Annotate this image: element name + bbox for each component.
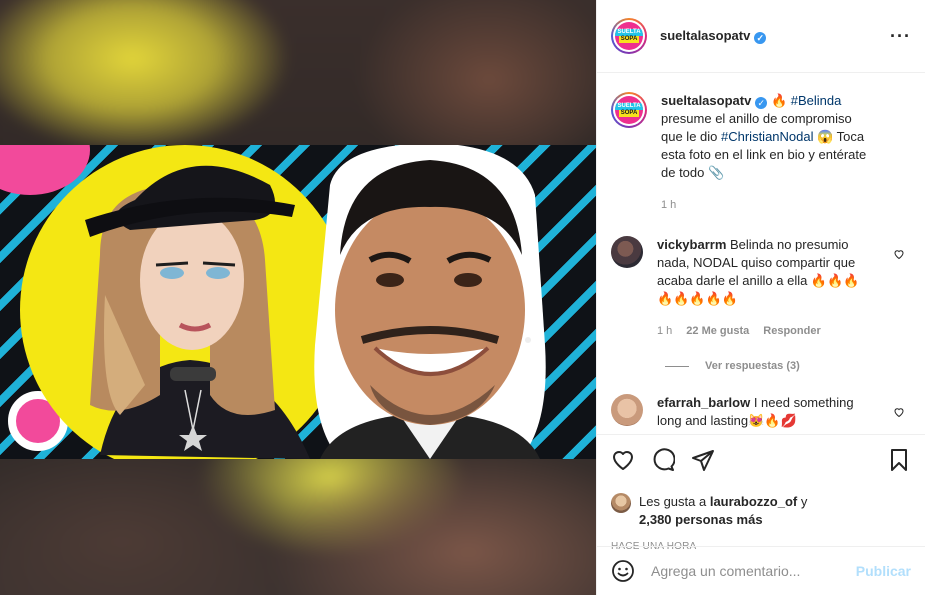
verified-icon: ✓ xyxy=(754,32,767,44)
action-icons xyxy=(611,447,911,473)
comment-text: efarrah_barlow I need something long and… xyxy=(657,394,872,430)
caption-meta: 1 h xyxy=(661,196,876,214)
comment-likes[interactable]: 22 Me gusta xyxy=(686,322,749,340)
caption-text: sueltalasopatv ✓ 🔥 #Belinda presume el an… xyxy=(661,92,876,214)
comment-item: vickybarrm Belinda no presumio nada, NOD… xyxy=(611,236,909,340)
logo-line1: SUELTA xyxy=(615,103,643,110)
liker-avatar[interactable] xyxy=(611,493,631,513)
view-replies-label[interactable]: Ver respuestas (3) xyxy=(705,360,800,372)
comment-username[interactable]: vickybarrm xyxy=(657,237,726,252)
comment-meta: 1 h 22 Me gusta Responder xyxy=(657,322,872,340)
commenter-avatar[interactable] xyxy=(611,394,643,426)
post-photo[interactable] xyxy=(0,145,596,459)
brand-logo: SUELTA SOPA xyxy=(615,96,643,124)
comment-like-heart-icon[interactable] xyxy=(893,406,905,418)
caption: SUELTA SOPA sueltalasopatv ✓ 🔥 #Belinda p… xyxy=(611,92,909,214)
comment-input[interactable] xyxy=(651,563,851,579)
woman-figure xyxy=(85,165,310,459)
view-replies-button[interactable]: Ver respuestas (3) xyxy=(665,360,909,372)
comment-item: efarrah_barlow I need something long and… xyxy=(611,394,909,430)
logo-line2: SOPA xyxy=(618,36,640,43)
caption-username[interactable]: sueltalasopatv xyxy=(661,93,751,108)
verified-icon: ✓ xyxy=(755,97,768,109)
likes-suffix: y xyxy=(797,494,808,509)
caption-avatar[interactable]: SUELTA SOPA xyxy=(611,92,647,128)
logo-line2: SOPA xyxy=(618,110,640,117)
caption-time[interactable]: 1 h xyxy=(661,196,676,214)
header-username[interactable]: sueltalasopatv ✓ xyxy=(660,28,767,44)
comment-username[interactable]: efarrah_barlow xyxy=(657,395,750,410)
commenter-avatar[interactable] xyxy=(611,236,643,268)
post-media[interactable] xyxy=(0,0,596,595)
like-heart-icon[interactable] xyxy=(611,448,635,472)
comment-like-heart-icon[interactable] xyxy=(893,248,905,260)
likes-others[interactable]: 2,380 personas más xyxy=(639,512,763,527)
man-figure xyxy=(314,145,546,459)
post-header: SUELTA SOPA sueltalasopatv ✓ ··· xyxy=(597,0,925,73)
likes-user[interactable]: laurabozzo_of xyxy=(710,494,797,509)
likes-prefix: Les gusta a xyxy=(639,494,710,509)
post-actions: Les gusta a laurabozzo_of y 2,380 person… xyxy=(597,434,925,552)
emoji-smiley-icon[interactable] xyxy=(611,559,635,583)
replies-divider xyxy=(665,365,689,367)
share-plane-icon[interactable] xyxy=(691,448,715,472)
profile-avatar[interactable]: SUELTA SOPA xyxy=(611,18,647,54)
hashtag-christiannodal[interactable]: #ChristianNodal xyxy=(721,129,814,144)
hashtag-belinda[interactable]: #Belinda xyxy=(791,93,842,108)
reply-button[interactable]: Responder xyxy=(763,322,820,340)
likes-text: Les gusta a laurabozzo_of y 2,380 person… xyxy=(639,493,807,529)
caption-emoji: 🔥 xyxy=(770,93,788,108)
comments-section[interactable]: SUELTA SOPA sueltalasopatv ✓ 🔥 #Belinda p… xyxy=(597,74,925,434)
brand-logo: SUELTA SOPA xyxy=(615,22,643,50)
comment-time[interactable]: 1 h xyxy=(657,322,672,340)
more-options-icon[interactable]: ··· xyxy=(890,26,911,47)
bookmark-icon[interactable] xyxy=(887,448,911,472)
comment-bubble-icon[interactable] xyxy=(651,448,675,472)
likes-summary: Les gusta a laurabozzo_of y 2,380 person… xyxy=(611,493,911,529)
add-comment-bar: Publicar xyxy=(597,546,925,595)
logo-line1: SUELTA xyxy=(615,29,643,36)
comment-text: vickybarrm Belinda no presumio nada, NOD… xyxy=(657,236,872,340)
publish-button[interactable]: Publicar xyxy=(856,563,911,579)
header-username-text[interactable]: sueltalasopatv xyxy=(660,28,750,43)
post-sidebar: SUELTA SOPA sueltalasopatv ✓ ··· SUELTA S… xyxy=(596,0,925,595)
